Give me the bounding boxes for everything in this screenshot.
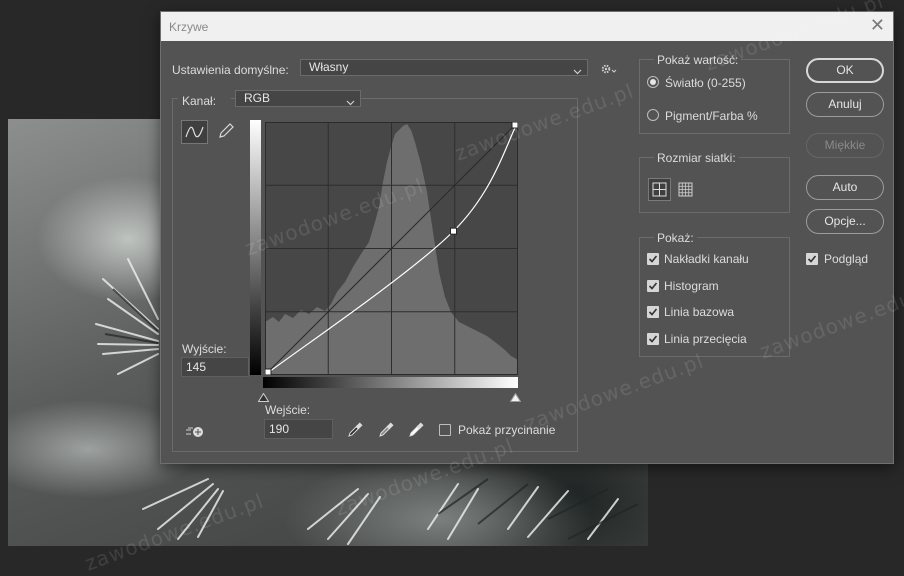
preview-label: Podgląd [824, 252, 869, 266]
preview-checkbox[interactable] [806, 253, 818, 265]
curve-tool-icon[interactable] [181, 120, 208, 144]
radio-pigment-label: Pigment/Farba % [665, 109, 758, 123]
output-gradient-bar [250, 120, 261, 375]
input-gradient-bar [263, 377, 518, 388]
chevron-down-icon [346, 95, 355, 110]
channel-value: RGB [244, 91, 271, 105]
cancel-button[interactable]: Anuluj [806, 92, 884, 117]
gray-point-eyedropper-icon[interactable] [378, 422, 394, 441]
channel-overlays-label: Nakładki kanału [664, 252, 749, 266]
curves-dialog: Krzywe ✕ Ustawienia domyślne: Własny Kan… [160, 11, 894, 464]
dialog-title: Krzywe [169, 20, 209, 34]
ok-button[interactable]: OK [806, 58, 884, 83]
white-point-eyedropper-icon[interactable] [408, 422, 424, 441]
curve-control-point[interactable] [265, 368, 272, 375]
grid-detailed-icon[interactable] [676, 180, 695, 202]
baseline-checkbox[interactable] [647, 306, 659, 318]
preset-label: Ustawienia domyślne: [172, 63, 289, 77]
settings-gear-icon[interactable] [601, 63, 617, 78]
show-amount-legend: Pokaż wartość: [654, 53, 742, 67]
channel-overlays-checkbox[interactable] [647, 253, 659, 265]
options-button[interactable]: Opcje... [806, 209, 884, 234]
baseline-label: Linia bazowa [664, 305, 735, 319]
histogram-label: Histogram [664, 279, 719, 293]
input-field[interactable]: 190 [264, 419, 333, 439]
intersection-line-checkbox[interactable] [647, 333, 659, 345]
radio-light[interactable] [647, 76, 659, 88]
output-field[interactable]: 145 [181, 357, 249, 377]
histogram-checkbox[interactable] [647, 280, 659, 292]
preset-value: Własny [309, 60, 349, 74]
black-point-eyedropper-icon[interactable] [347, 422, 363, 441]
curve-control-point[interactable] [511, 122, 518, 129]
curve-control-point[interactable] [450, 227, 458, 235]
preset-select[interactable]: Własny [300, 59, 588, 76]
radio-pigment[interactable] [647, 109, 659, 121]
white-point-slider-icon[interactable] [509, 391, 522, 405]
curve-graph[interactable] [265, 122, 518, 375]
show-legend: Pokaż: [654, 231, 697, 245]
hand-target-icon[interactable] [185, 425, 207, 442]
chevron-down-icon [573, 64, 582, 79]
channel-select[interactable]: RGB [235, 90, 361, 107]
show-clipping-label: Pokaż przycinanie [458, 423, 556, 437]
title-bar[interactable]: Krzywe ✕ [161, 12, 893, 41]
auto-button[interactable]: Auto [806, 175, 884, 200]
pencil-icon[interactable] [217, 122, 235, 143]
show-clipping-checkbox[interactable] [439, 424, 451, 436]
radio-light-label: Światło (0-255) [665, 76, 746, 90]
output-label: Wyjście: [182, 342, 227, 356]
smooth-button[interactable]: Miękkie [806, 133, 884, 158]
grid-size-legend: Rozmiar siatki: [654, 151, 739, 165]
input-label: Wejście: [265, 403, 311, 417]
close-icon[interactable]: ✕ [870, 16, 885, 34]
grid-simple-icon[interactable] [648, 178, 671, 201]
channel-label: Kanał: [178, 94, 232, 108]
intersection-line-label: Linia przecięcia [664, 332, 747, 346]
